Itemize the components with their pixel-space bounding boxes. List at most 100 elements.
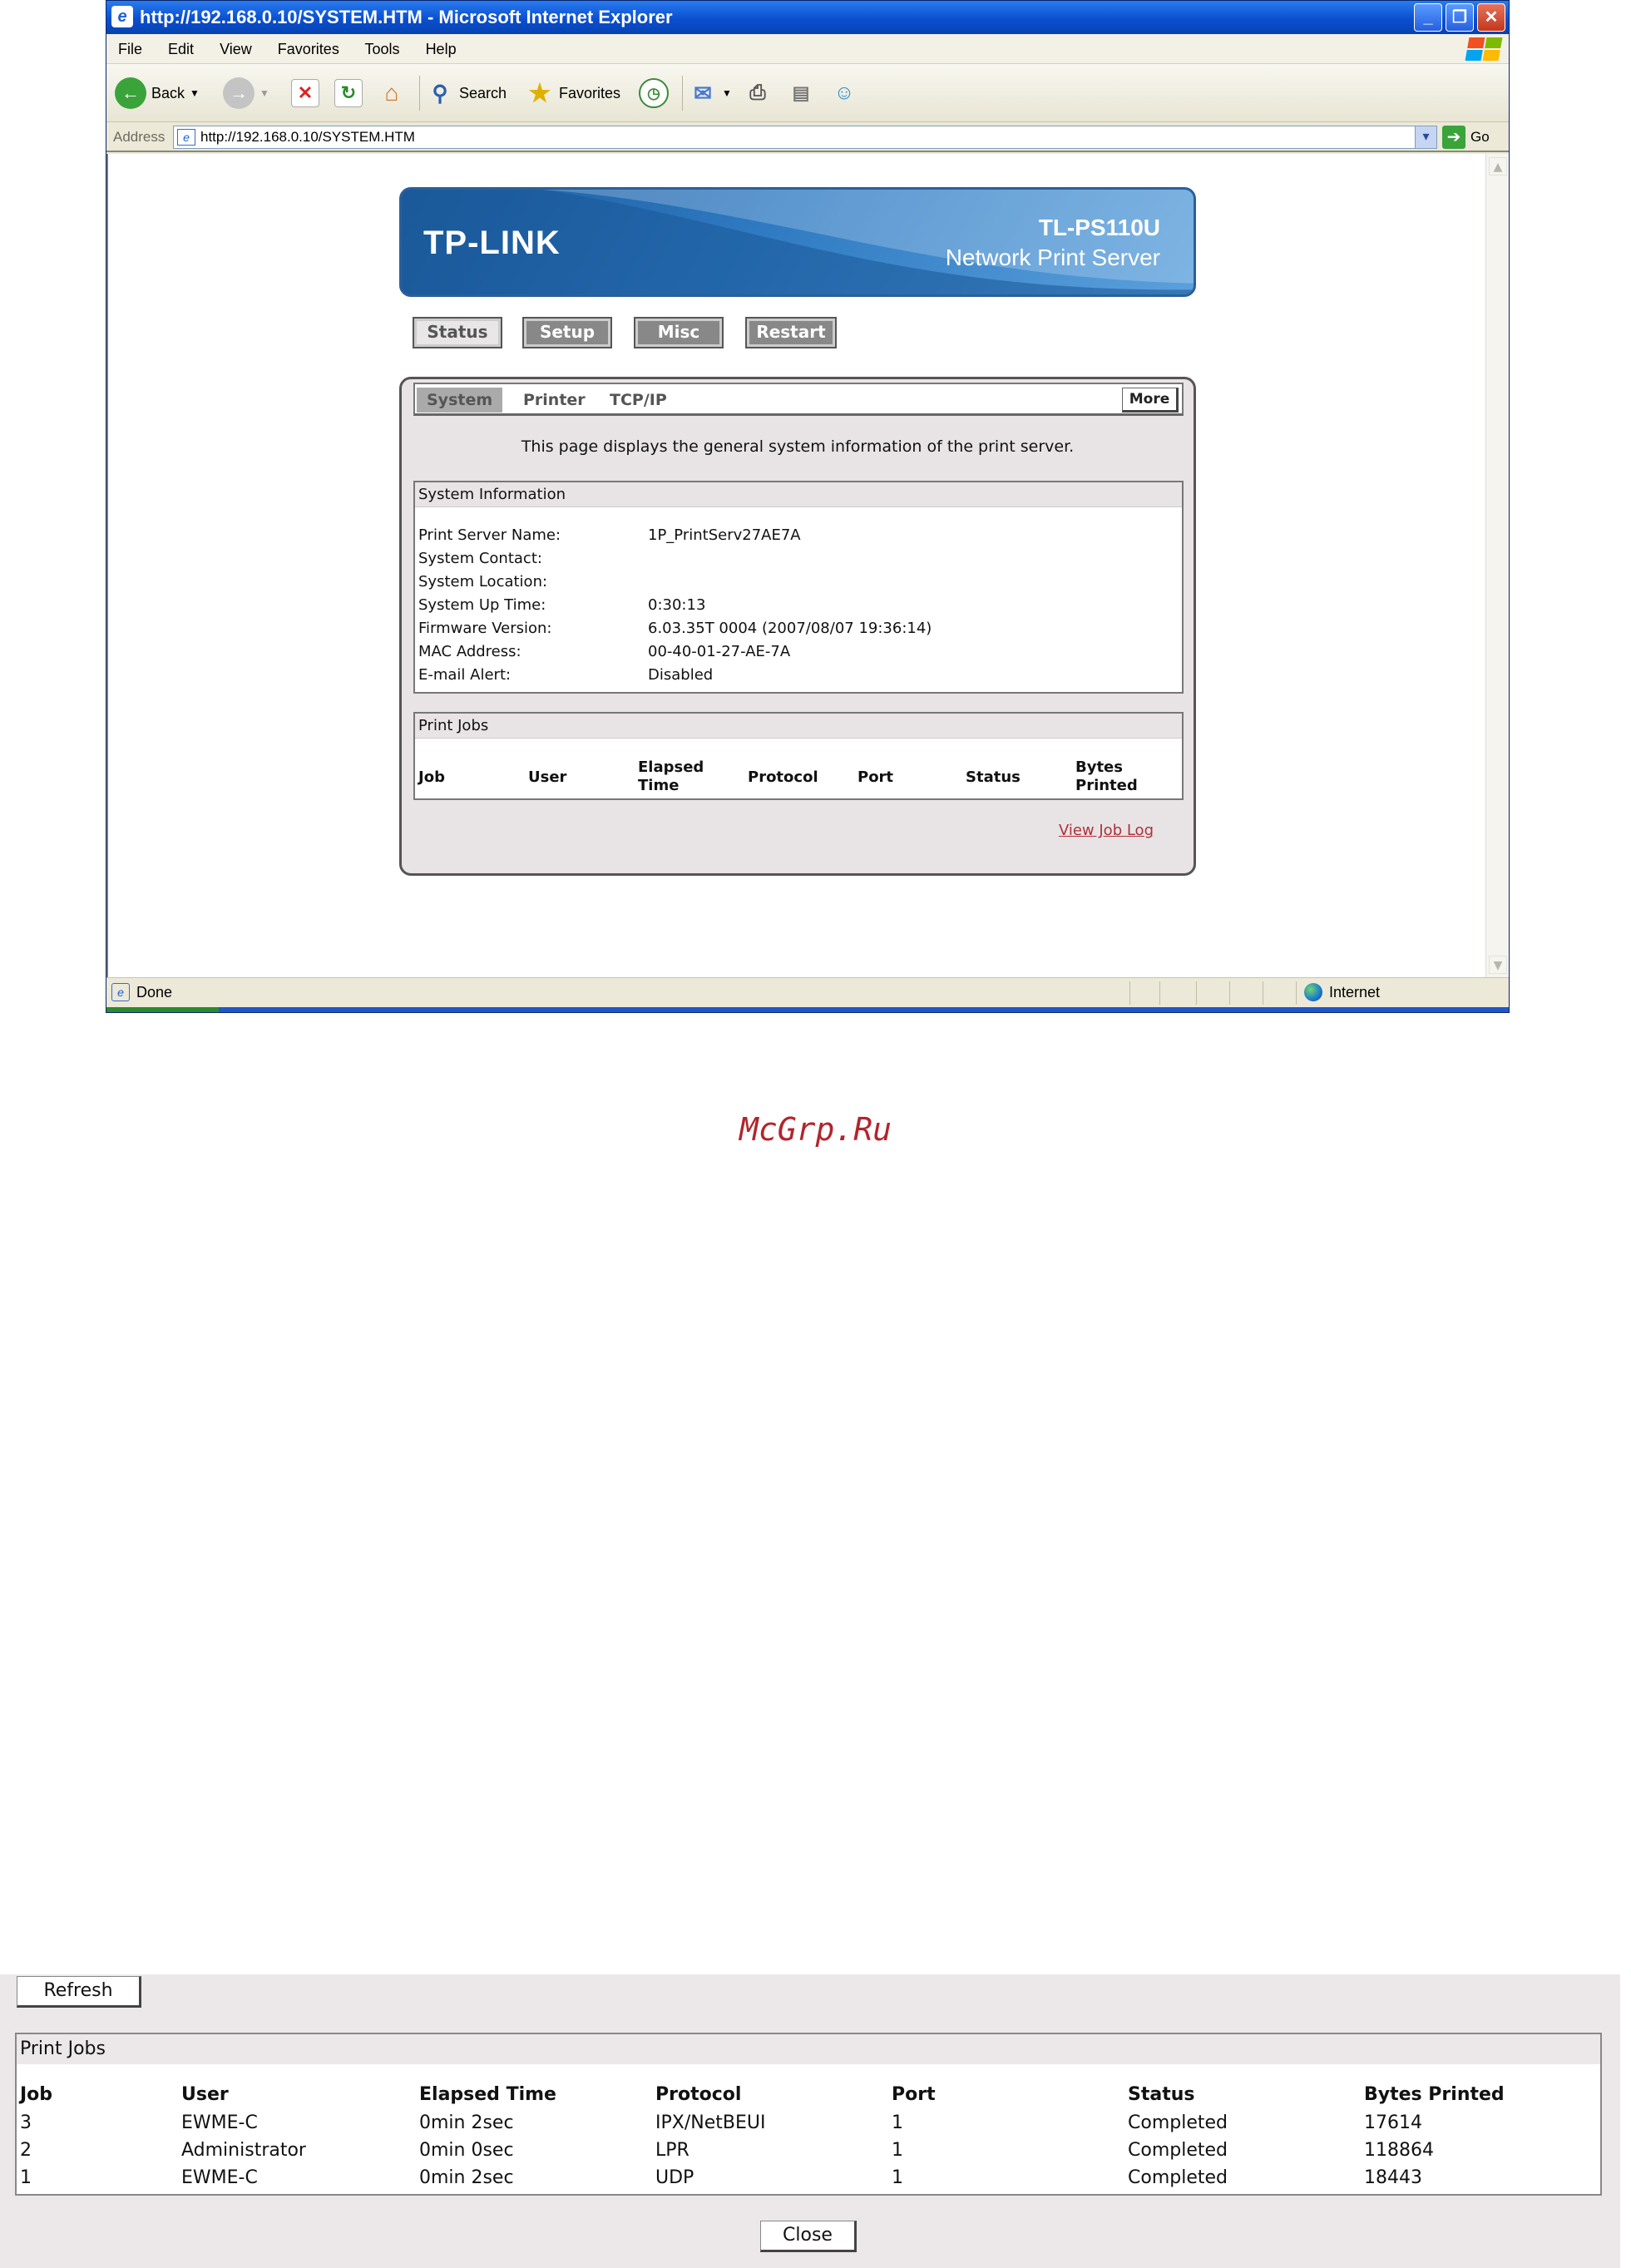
menu-edit[interactable]: Edit [168, 41, 194, 57]
column-header: Status [966, 768, 1021, 786]
menu-file[interactable]: File [118, 41, 142, 57]
table-cell: EWME-C [181, 2167, 258, 2188]
table-cell: 2 [20, 2140, 32, 2161]
scroll-up-icon[interactable]: ▲ [1489, 157, 1507, 175]
menu-help[interactable]: Help [426, 41, 457, 57]
minimize-button[interactable]: _ [1414, 3, 1442, 32]
info-value: Disabled [648, 666, 714, 684]
system-information-box: System Information Print Server Name: 1P… [413, 481, 1184, 694]
page-description: This page displays the general system in… [521, 437, 1075, 456]
table-cell: 0min 0sec [419, 2140, 514, 2161]
sub-tab-bar: System Printer TCP/IP More [413, 383, 1184, 416]
printer-icon: ⎙ [749, 82, 766, 104]
info-value: 00-40-01-27-AE-7A [648, 643, 791, 660]
mail-button[interactable]: ✉ ▼ [689, 76, 732, 111]
status-divider [1296, 981, 1297, 1005]
print-jobs-title: Print Jobs [415, 714, 1182, 739]
info-value: 6.03.35T 0004 (2007/08/07 19:36:14) [648, 620, 932, 637]
window-title: http://192.168.0.10/SYSTEM.HTM - Microso… [140, 7, 673, 27]
toolbar-separator [682, 76, 683, 111]
tab-printer[interactable]: Printer [513, 388, 596, 413]
refresh-button[interactable]: Refresh [17, 1976, 141, 2008]
home-icon: ⌂ [384, 80, 399, 106]
address-dropdown-icon[interactable]: ▾ [1415, 126, 1436, 148]
nav-setup-button[interactable]: Setup [522, 317, 612, 348]
close-button[interactable]: Close [760, 2221, 857, 2252]
status-divider [1229, 981, 1230, 1005]
messenger-icon: ☺ [833, 82, 855, 104]
nav-misc-button[interactable]: Misc [634, 317, 724, 348]
messenger-button[interactable]: ☺ [830, 76, 858, 111]
menu-tools[interactable]: Tools [365, 41, 400, 57]
scroll-down-icon[interactable]: ▼ [1489, 956, 1507, 974]
search-button[interactable]: ⚲ Search [426, 76, 507, 111]
column-header: Bytes Printed [1364, 2084, 1505, 2105]
close-window-button[interactable]: ✕ [1477, 3, 1505, 32]
tab-system[interactable]: System [417, 388, 503, 413]
stop-button[interactable]: ✕ [291, 76, 319, 111]
info-value: 0:30:13 [648, 596, 706, 614]
edit-button[interactable]: ▤ [787, 76, 815, 111]
tab-tcpip[interactable]: TCP/IP [600, 388, 677, 413]
forward-arrow-icon: → [223, 77, 255, 109]
search-icon: ⚲ [432, 80, 448, 106]
view-job-log-link[interactable]: View Job Log [1059, 822, 1154, 839]
search-label: Search [459, 84, 507, 101]
brand-logo: TP-LINK [423, 225, 561, 261]
table-cell: Administrator [181, 2140, 306, 2161]
model-name: TL-PS110U [1038, 215, 1160, 240]
menu-view[interactable]: View [220, 41, 252, 57]
forward-button[interactable]: → ▼ [223, 76, 269, 111]
refresh-page-button[interactable]: ↻ [334, 76, 363, 111]
print-button[interactable]: ⎙ [744, 76, 772, 111]
back-arrow-icon: ← [115, 77, 146, 109]
nav-restart-button[interactable]: Restart [745, 317, 837, 348]
column-header: Port [858, 768, 894, 786]
info-label: System Location: [418, 573, 548, 590]
job-log-box: Print Jobs Job User Elapsed Time Protoco… [15, 2033, 1602, 2196]
info-label: System Contact: [418, 550, 542, 567]
table-cell: Completed [1128, 2112, 1228, 2133]
mail-icon: ✉ [694, 80, 712, 106]
column-header: Protocol [655, 2084, 742, 2105]
table-cell: UDP [655, 2167, 694, 2188]
info-value: 1P_PrintServ27AE7A [648, 526, 801, 544]
forward-dropdown-icon: ▼ [259, 87, 269, 99]
column-header: User [181, 2084, 229, 2105]
restore-button[interactable]: ❐ [1446, 3, 1474, 32]
info-label: MAC Address: [418, 643, 521, 660]
table-cell: 1 [892, 2167, 903, 2188]
back-button[interactable]: ← Back ▼ [115, 76, 200, 111]
zone-label: Internet [1329, 984, 1381, 1001]
title-bar[interactable]: e http://192.168.0.10/SYSTEM.HTM - Micro… [106, 1, 1509, 34]
more-button[interactable]: More [1122, 388, 1179, 413]
window-controls: _ ❐ ✕ [1414, 3, 1505, 32]
table-cell: 1 [892, 2140, 903, 2161]
info-row: Print Server Name: 1P_PrintServ27AE7A [418, 524, 1167, 547]
table-cell: 1 [20, 2167, 32, 2188]
info-row: E-mail Alert: Disabled [418, 664, 1167, 687]
page-viewport: TP-LINK TL-PS110U Network Print Server S… [106, 154, 1485, 977]
table-cell: 0min 2sec [419, 2112, 514, 2133]
address-input[interactable]: e http://192.168.0.10/SYSTEM.HTM ▾ [173, 126, 1437, 149]
vertical-scrollbar[interactable]: ▲ ▼ [1485, 154, 1509, 977]
history-icon: ◷ [639, 78, 669, 108]
go-label: Go [1470, 129, 1490, 145]
home-button[interactable]: ⌂ [378, 76, 406, 111]
mail-dropdown-icon: ▼ [722, 87, 732, 99]
ie-icon: e [111, 6, 133, 27]
history-button[interactable]: ◷ [639, 76, 669, 111]
nav-status-button[interactable]: Status [413, 317, 502, 348]
back-dropdown-icon: ▼ [190, 87, 200, 99]
taskbar-edge [106, 1007, 1509, 1012]
address-label: Address [113, 129, 166, 145]
menu-favorites[interactable]: Favorites [278, 41, 339, 57]
go-button[interactable]: ➔ Go [1442, 126, 1490, 149]
security-zone: Internet [1304, 978, 1380, 1006]
table-cell: 3 [20, 2112, 32, 2133]
table-cell: Completed [1128, 2167, 1228, 2188]
table-cell: IPX/NetBEUI [655, 2112, 766, 2133]
status-panel: System Printer TCP/IP More This page dis… [399, 377, 1196, 876]
favorites-button[interactable]: ★ Favorites [526, 76, 620, 111]
system-information-title: System Information [415, 482, 1182, 507]
